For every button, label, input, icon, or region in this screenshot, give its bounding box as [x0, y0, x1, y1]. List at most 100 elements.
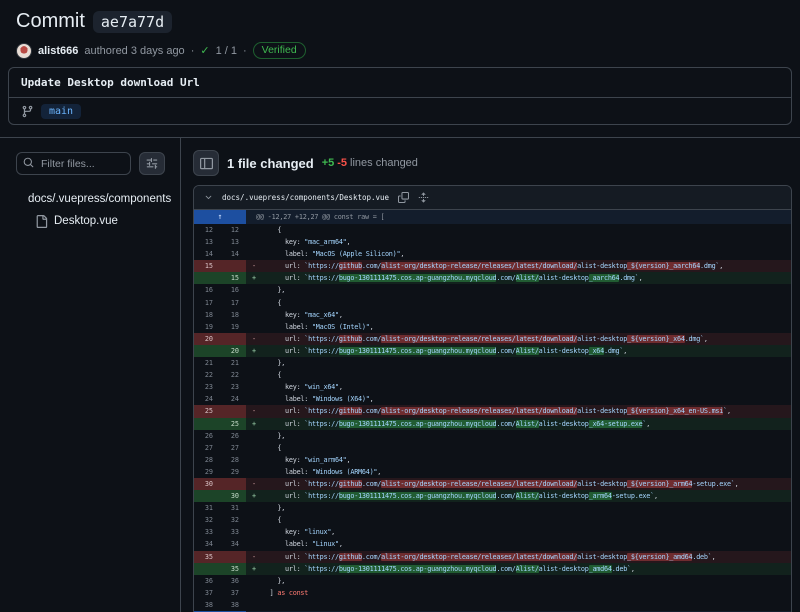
old-line-number[interactable]: 13	[194, 236, 220, 248]
new-line-number[interactable]: 38	[220, 599, 246, 611]
branch-icon	[21, 105, 34, 118]
new-line-number[interactable]: 13	[220, 236, 246, 248]
expand-all-hunks-button[interactable]	[418, 192, 429, 203]
new-line-number[interactable]	[220, 551, 246, 563]
old-line-number[interactable]	[194, 345, 220, 357]
new-line-number[interactable]: 32	[220, 514, 246, 526]
new-line-number[interactable]: 26	[220, 430, 246, 442]
old-line-number[interactable]: 32	[194, 514, 220, 526]
old-line-number[interactable]: 34	[194, 538, 220, 550]
diff-line-row: 1717 {	[194, 297, 791, 309]
old-line-number[interactable]: 25	[194, 405, 220, 417]
new-line-number[interactable]: 34	[220, 538, 246, 550]
new-line-number[interactable]: 15	[220, 272, 246, 284]
diff-marker: +	[246, 563, 262, 575]
new-line-number[interactable]: 24	[220, 393, 246, 405]
new-line-number[interactable]	[220, 333, 246, 345]
new-line-number[interactable]: 20	[220, 345, 246, 357]
old-line-number[interactable]: 21	[194, 357, 220, 369]
old-line-number[interactable]: 35	[194, 551, 220, 563]
new-line-number[interactable]: 23	[220, 381, 246, 393]
old-line-number[interactable]: 33	[194, 526, 220, 538]
new-line-number[interactable]: 25	[220, 418, 246, 430]
separator-dot: ·	[191, 45, 195, 57]
collapse-file-chevron-icon[interactable]	[204, 193, 213, 202]
new-line-number[interactable]: 27	[220, 442, 246, 454]
lines-changed-label: lines changed	[350, 157, 418, 169]
old-line-number[interactable]	[194, 418, 220, 430]
new-line-number[interactable]: 14	[220, 248, 246, 260]
old-line-number[interactable]: 23	[194, 381, 220, 393]
tree-file-row[interactable]: Desktop.vue	[16, 210, 165, 232]
unfold-icon	[418, 192, 429, 203]
new-line-number[interactable]: 31	[220, 502, 246, 514]
old-line-number[interactable]: 18	[194, 309, 220, 321]
diff-marker	[246, 599, 262, 611]
new-line-number[interactable]: 17	[220, 297, 246, 309]
old-line-number[interactable]: 37	[194, 587, 220, 599]
verified-badge[interactable]: Verified	[253, 42, 306, 59]
diff-marker	[246, 575, 262, 587]
filter-settings-button[interactable]	[139, 152, 165, 175]
code-line: {	[262, 514, 791, 526]
old-line-number[interactable]: 24	[194, 393, 220, 405]
old-line-number[interactable]	[194, 490, 220, 502]
sidebar-panel-icon	[200, 157, 213, 170]
new-line-number[interactable]: 36	[220, 575, 246, 587]
old-line-number[interactable]	[194, 563, 220, 575]
old-line-number[interactable]: 16	[194, 284, 220, 296]
diff-marker	[246, 369, 262, 381]
new-line-number[interactable]: 29	[220, 466, 246, 478]
checks-count[interactable]: 1 / 1	[216, 45, 237, 57]
new-line-number[interactable]: 21	[220, 357, 246, 369]
branch-label[interactable]: main	[41, 104, 81, 119]
code-line: url: `https://github.com/alist-org/deskt…	[262, 478, 791, 490]
old-line-number[interactable]: 19	[194, 321, 220, 333]
tree-folder-row[interactable]: docs/.vuepress/components	[16, 188, 165, 210]
new-line-number[interactable]: 37	[220, 587, 246, 599]
new-line-number[interactable]	[220, 260, 246, 272]
new-line-number[interactable]: 22	[220, 369, 246, 381]
new-line-number[interactable]	[220, 405, 246, 417]
old-line-number[interactable]: 22	[194, 369, 220, 381]
diff-line-row: 35- url: `https://github.com/alist-org/d…	[194, 551, 791, 563]
new-line-number[interactable]: 33	[220, 526, 246, 538]
old-line-number[interactable]: 14	[194, 248, 220, 260]
old-line-number[interactable]	[194, 272, 220, 284]
old-line-number[interactable]: 15	[194, 260, 220, 272]
old-line-number[interactable]: 20	[194, 333, 220, 345]
author-link[interactable]: alist666	[38, 45, 78, 57]
new-line-number[interactable]: 19	[220, 321, 246, 333]
old-line-number[interactable]: 30	[194, 478, 220, 490]
avatar[interactable]	[16, 43, 32, 59]
file-path[interactable]: docs/.vuepress/components/Desktop.vue	[222, 193, 389, 202]
diff-marker	[246, 514, 262, 526]
new-line-number[interactable]: 30	[220, 490, 246, 502]
diff-marker: +	[246, 345, 262, 357]
old-line-number[interactable]: 27	[194, 442, 220, 454]
old-line-number[interactable]: 12	[194, 224, 220, 236]
old-line-number[interactable]: 17	[194, 297, 220, 309]
diff-line-row: 3636 },	[194, 575, 791, 587]
expand-up-button[interactable]: ↑	[194, 210, 246, 224]
new-line-number[interactable]: 12	[220, 224, 246, 236]
old-line-number[interactable]: 28	[194, 454, 220, 466]
new-line-number[interactable]: 18	[220, 309, 246, 321]
old-line-number[interactable]: 26	[194, 430, 220, 442]
file-tree-toggle-button[interactable]	[193, 150, 219, 176]
new-line-number[interactable]: 28	[220, 454, 246, 466]
new-line-number[interactable]: 35	[220, 563, 246, 575]
diff-marker	[246, 502, 262, 514]
diff-marker: -	[246, 260, 262, 272]
hunk-header-row: ↑@@ -12,27 +12,27 @@ const raw = [	[194, 210, 791, 224]
diff-marker: -	[246, 478, 262, 490]
old-line-number[interactable]: 29	[194, 466, 220, 478]
diff-line-row: 20+ url: `https://bugo-1301111475.cos.ap…	[194, 345, 791, 357]
copy-path-button[interactable]	[398, 192, 409, 203]
old-line-number[interactable]: 36	[194, 575, 220, 587]
diff-line-row: 3838	[194, 599, 791, 611]
new-line-number[interactable]	[220, 478, 246, 490]
old-line-number[interactable]: 31	[194, 502, 220, 514]
new-line-number[interactable]: 16	[220, 284, 246, 296]
old-line-number[interactable]: 38	[194, 599, 220, 611]
